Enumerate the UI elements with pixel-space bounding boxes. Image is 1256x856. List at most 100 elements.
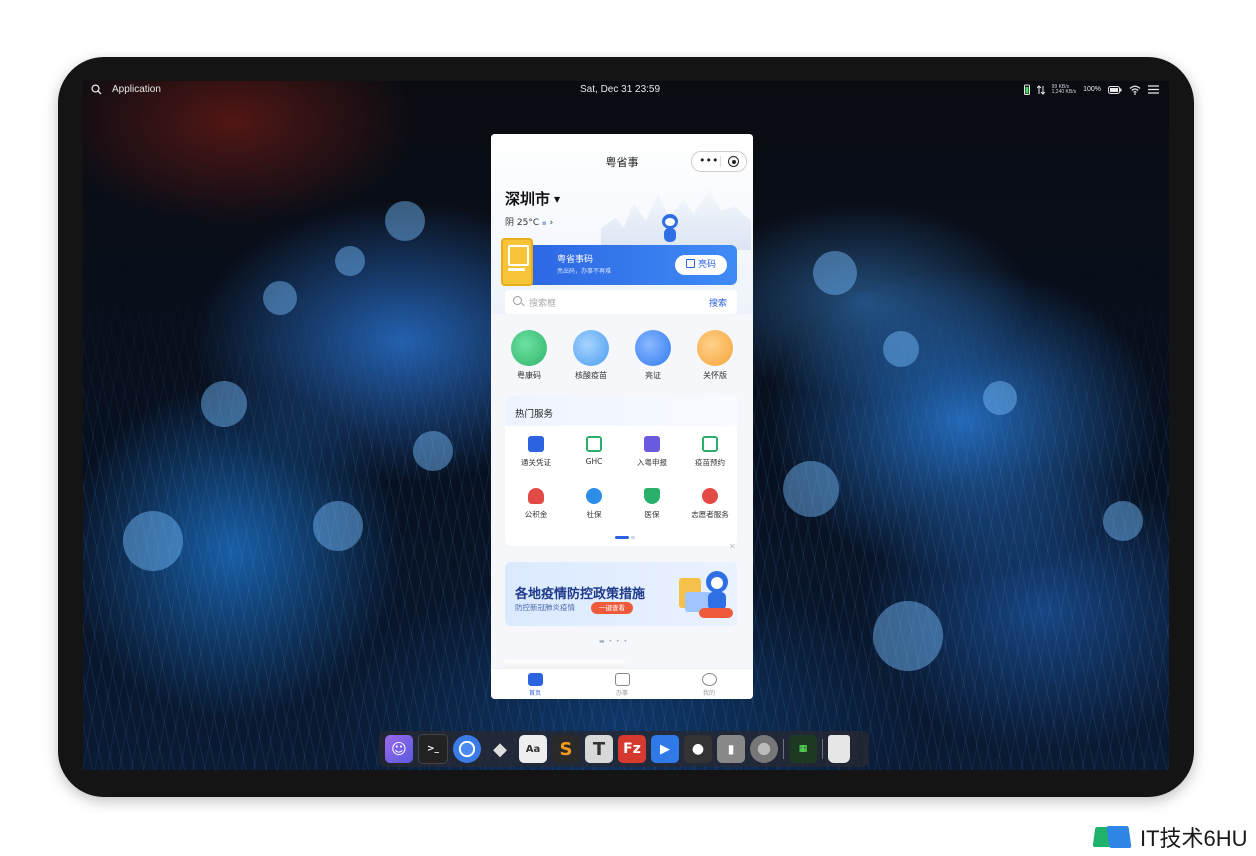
activity-monitor-icon[interactable]: ▦ [789,735,817,763]
show-code-button[interactable]: 亮码 [675,255,727,275]
service-item[interactable]: GHC [567,436,621,466]
quicktime-icon[interactable]: ▶ [651,735,679,763]
hot-services-title: 热门服务 [515,409,554,420]
bokeh [813,251,857,295]
battery-icon[interactable] [1108,85,1122,94]
service-item[interactable]: 公积金 [509,488,563,520]
promo-title: 各地疫情防控政策措施 [515,587,646,602]
service-label: 疫苗预约 [695,458,725,467]
search-button[interactable]: 搜索 [709,296,727,309]
page-indicator [631,536,635,539]
quick-nucleic[interactable]: 核酸疫苗 [567,330,615,381]
service-label: 社保 [586,510,602,519]
close-miniapp-icon[interactable] [728,156,739,167]
bokeh [983,381,1017,415]
more-icon[interactable]: ••• [699,152,718,169]
declare-icon [644,436,660,452]
service-item[interactable]: 疫苗预约 [683,436,737,468]
settings-icon[interactable] [750,735,778,763]
weather[interactable]: 阴 25°C ▪ › [505,215,553,228]
tab-label: 我的 [702,690,715,697]
quick-certificate[interactable]: 亮证 [629,330,677,381]
quick-label: 核酸疫苗 [575,371,607,380]
service-label: 志愿者服务 [691,510,729,519]
banner-title: 粤省事码 [557,255,594,265]
quick-care[interactable]: 关怀版 [691,330,739,381]
promo-pill: 一键查看 [591,602,633,614]
tab-mine[interactable]: 我的 [679,673,739,697]
top-menu-bar: Application Sat, Dec 31 23:59 99 KB/s 1,… [83,81,1169,101]
search-icon[interactable] [91,84,102,95]
tab-affairs[interactable]: 办事 [592,673,652,697]
housing-fund-icon [528,488,544,504]
typora-icon[interactable]: T [585,735,613,763]
search-icon [513,296,522,305]
hot-services-panel: 热门服务 通关凭证 GHC 入粤申报 疫苗预约 公积金 社保 医保 志愿者服务 [505,396,737,546]
watermark-logo-icon [1092,823,1134,851]
network-arrows-icon [1036,84,1045,95]
terminal-icon[interactable]: >_ [418,734,448,764]
bokeh [783,461,839,517]
promo-subtitle: 防控新冠肺炎疫情 [515,603,575,612]
chrome-icon[interactable] [453,735,481,763]
close-icon[interactable]: ✕ [729,542,736,551]
quick-label: 关怀版 [703,371,727,380]
service-item[interactable]: 志愿者服务 [683,488,737,520]
wifi-icon[interactable] [1129,85,1141,95]
calendar-icon [614,673,630,686]
trash-icon[interactable] [828,735,850,763]
certificate-icon [635,330,671,366]
chevron-right-icon: › [549,218,554,228]
city-name: 深圳市 [505,190,551,208]
service-item[interactable]: 通关凭证 [509,436,563,468]
service-label: 入粤申报 [637,458,667,467]
watermark-text: IT技术6HU [1140,826,1248,851]
profile-icon [701,673,717,686]
miniapp-capsule: ••• [691,151,747,172]
watermark: IT技术6HU [1092,821,1248,853]
qr-icon [685,259,695,268]
bokeh [873,601,943,671]
tab-label: 首页 [528,690,541,697]
service-label: GHC [585,457,603,466]
page-indicator-active [615,536,629,539]
search-bar[interactable]: 搜索框 搜索 [505,290,737,314]
clock[interactable]: Sat, Dec 31 23:59 [580,84,660,95]
show-code-label: 亮码 [697,260,716,270]
bokeh [123,511,183,571]
bokeh [413,431,453,471]
net-speed: 99 KB/s 1,240 KB/s [1052,84,1076,95]
nucleic-icon [573,330,609,366]
bokeh [263,281,297,315]
service-label: 通关凭证 [521,458,551,467]
battery-indicator-icon [1023,84,1030,95]
service-item[interactable]: 社保 [567,488,621,520]
search-placeholder: 搜索框 [529,299,557,309]
tab-home[interactable]: 首页 [505,673,565,697]
quick-health-code[interactable]: 粤康码 [505,330,553,381]
promo-mascot-icon [679,571,733,618]
service-item[interactable]: 医保 [625,488,679,520]
service-item[interactable]: 入粤申报 [625,436,679,468]
mascot [661,214,679,244]
preview-icon[interactable]: Aa [519,735,547,763]
miniapp-window: 粤省事 ••• 深圳市 ▼ 阴 25°C ▪ › 粤省事码 亮出码，办事不再难 亮… [491,134,753,699]
dock-separator [822,739,823,759]
filezilla-icon[interactable]: Fz [618,735,646,763]
control-center-icon[interactable] [1148,85,1159,94]
social-security-icon [586,488,602,504]
promo-banner[interactable]: 各地疫情防控政策措施 防控新冠肺炎疫情 一键查看 [505,562,737,626]
city-selector[interactable]: 深圳市 ▼ [505,188,560,209]
application-menu[interactable]: Application [112,84,161,95]
utility-icon[interactable]: ▮ [717,735,745,763]
vaccine-icon [702,436,718,452]
github-icon[interactable]: ● [684,735,712,763]
sketch-icon[interactable]: ◆ [486,735,514,763]
dock: ☺ >_ ◆ Aa S T Fz ▶ ● ▮ ▦ [379,731,869,767]
quick-label: 亮证 [645,371,661,380]
sublime-icon[interactable]: S [552,735,580,763]
bokeh [385,201,425,241]
finder-icon[interactable]: ☺ [385,735,413,763]
dock-separator [783,739,784,759]
miniapp-tabbar: 首页 办事 我的 [491,668,753,699]
